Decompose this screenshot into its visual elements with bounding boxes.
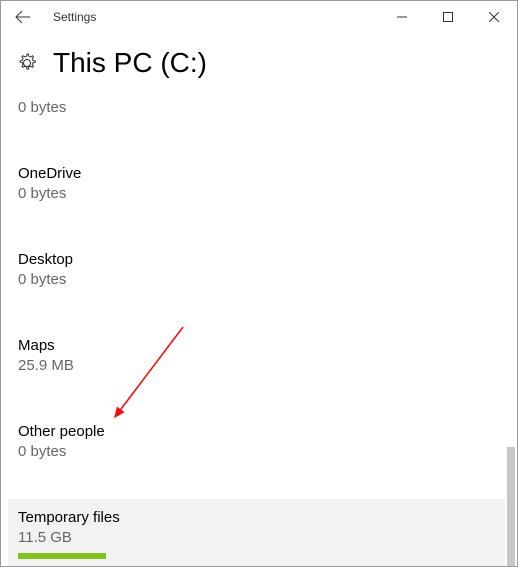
storage-item-size: 0 bytes — [18, 271, 495, 289]
storage-item-title: Temporary files — [18, 509, 495, 527]
storage-item-mail[interactable]: Mail 0 bytes — [8, 93, 505, 131]
close-button[interactable] — [471, 1, 517, 33]
storage-item-title: Other people — [18, 423, 495, 441]
storage-item-size: 0 bytes — [18, 443, 495, 461]
storage-item-other-people[interactable]: Other people 0 bytes — [8, 413, 505, 475]
minimize-button[interactable] — [379, 1, 425, 33]
content-area: Mail 0 bytes OneDrive 0 bytes Desktop 0 … — [1, 93, 517, 566]
storage-item-temporary-files[interactable]: Temporary files 11.5 GB — [8, 499, 505, 566]
storage-bar — [18, 553, 106, 559]
maximize-icon — [443, 12, 453, 22]
storage-item-title: OneDrive — [18, 165, 495, 183]
storage-item-size: 0 bytes — [18, 99, 495, 117]
gear-icon — [17, 53, 37, 73]
storage-item-title: Desktop — [18, 251, 495, 269]
scrollbar[interactable] — [507, 183, 515, 566]
storage-item-maps[interactable]: Maps 25.9 MB — [8, 327, 505, 389]
minimize-icon — [397, 12, 407, 22]
close-icon — [489, 12, 499, 22]
page-header: This PC (C:) — [1, 33, 517, 93]
maximize-button[interactable] — [425, 1, 471, 33]
storage-item-size: 11.5 GB — [18, 529, 495, 547]
storage-item-size: 0 bytes — [18, 185, 495, 203]
storage-item-onedrive[interactable]: OneDrive 0 bytes — [8, 155, 505, 217]
storage-item-title: Mail — [18, 93, 495, 97]
storage-item-desktop[interactable]: Desktop 0 bytes — [8, 241, 505, 303]
window-title: Settings — [45, 10, 96, 24]
titlebar: Settings — [1, 1, 517, 33]
back-button[interactable] — [1, 1, 45, 33]
scrollbar-thumb[interactable] — [507, 447, 515, 566]
settings-window: Settings This PC — [0, 0, 518, 567]
storage-item-title: Maps — [18, 337, 495, 355]
back-arrow-icon — [15, 9, 31, 25]
storage-item-size: 25.9 MB — [18, 357, 495, 375]
storage-list[interactable]: Mail 0 bytes OneDrive 0 bytes Desktop 0 … — [8, 93, 505, 566]
window-controls — [379, 1, 517, 33]
page-title: This PC (C:) — [53, 47, 207, 79]
